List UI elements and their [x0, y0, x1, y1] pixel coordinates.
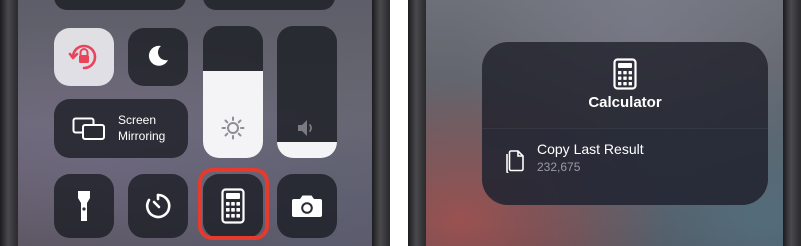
screen-mirroring-label-line1: Screen — [118, 113, 157, 127]
popup-header: Calculator — [482, 42, 768, 128]
moon-icon — [148, 45, 168, 66]
phone-bezel-left — [408, 0, 426, 246]
volume-slider-fill — [277, 142, 337, 158]
screen-mirroring-button[interactable]: Screen Mirroring — [54, 99, 188, 158]
camera-button[interactable] — [277, 174, 337, 238]
phone-bezel-right — [783, 0, 801, 246]
timer-icon — [145, 193, 171, 219]
screen-mirroring-icon — [72, 117, 105, 140]
last-result-value: 232,675 — [537, 160, 581, 174]
copy-icon — [506, 150, 524, 173]
camera-icon — [292, 195, 322, 217]
flashlight-icon — [78, 191, 90, 221]
calculator-quick-actions-panel: Calculator Copy Last Result 232,675 — [408, 0, 801, 246]
quick-actions-screen: Calculator Copy Last Result 232,675 — [426, 0, 783, 246]
flashlight-button[interactable] — [54, 174, 114, 238]
control-center-screen: Screen Mirroring — [18, 0, 372, 246]
control-center-panel: Screen Mirroring — [0, 0, 390, 246]
brightness-slider[interactable] — [203, 26, 263, 158]
speaker-icon — [298, 120, 312, 136]
phone-bezel-left — [0, 0, 18, 246]
music-tile-bottom[interactable] — [203, 0, 335, 10]
calculator-icon — [613, 58, 637, 90]
calculator-quick-actions-popup: Calculator Copy Last Result 232,675 — [482, 42, 768, 205]
copy-last-result-label: Copy Last Result — [537, 141, 644, 157]
screen-mirroring-label-line2: Mirroring — [118, 129, 166, 143]
calculator-highlight-outline — [198, 168, 269, 240]
brightness-slider-fill — [203, 70, 263, 158]
sun-icon — [221, 116, 245, 140]
timer-button[interactable] — [128, 174, 188, 238]
volume-slider[interactable] — [277, 26, 337, 158]
rotation-lock-button[interactable] — [54, 28, 114, 86]
phone-bezel-right — [372, 0, 390, 246]
connectivity-tile-bottom[interactable] — [54, 0, 186, 10]
do-not-disturb-button[interactable] — [128, 28, 188, 86]
rotation-lock-icon — [68, 44, 97, 70]
popup-title: Calculator — [588, 94, 662, 111]
copy-last-result-action[interactable]: Copy Last Result 232,675 — [482, 128, 768, 205]
